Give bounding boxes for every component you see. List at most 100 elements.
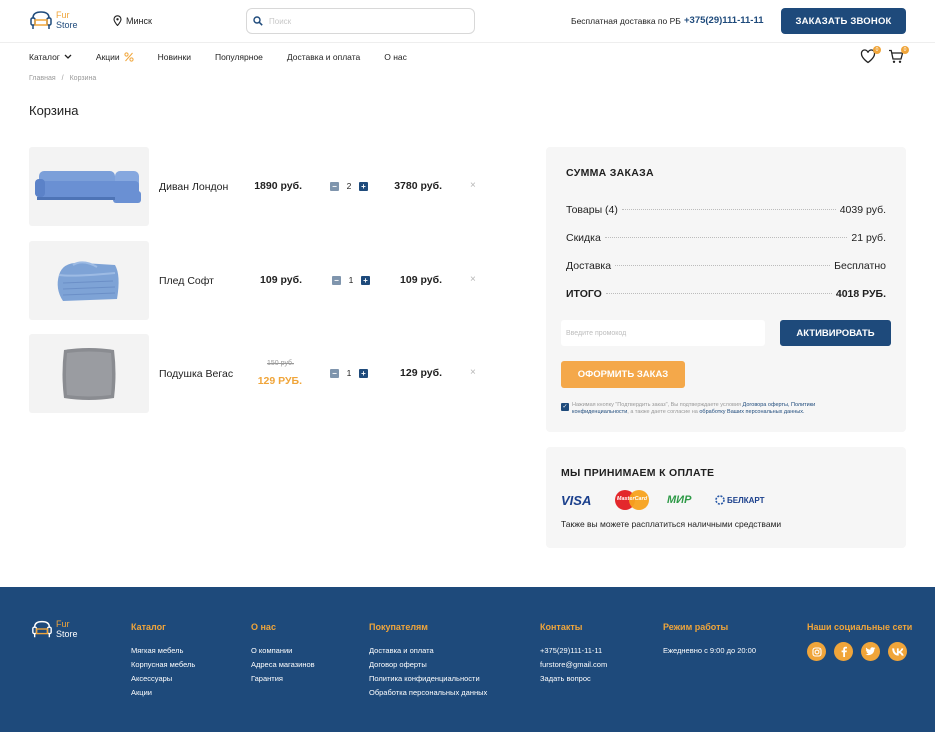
nav-item-popular[interactable]: Популярное xyxy=(215,52,263,62)
summary-total-value: 4018 РУБ. xyxy=(835,288,886,300)
cart-button[interactable]: 0 xyxy=(888,46,909,65)
payment-title: Мы принимаем к оплате xyxy=(561,467,715,479)
consent-checkbox[interactable]: ✓ xyxy=(561,403,569,411)
nav-item-new[interactable]: Новинки xyxy=(158,52,191,62)
qty-decrease-button[interactable]: − xyxy=(332,275,341,285)
summary-goods-row: Товары (4) 4039 руб. xyxy=(566,204,886,216)
cart-count-badge: 0 xyxy=(901,46,909,54)
footer-logo[interactable]: Fur Store xyxy=(31,618,78,640)
belkart-logo-text: БЕЛКАРТ xyxy=(727,495,765,505)
quantity-stepper: − 2 + xyxy=(330,181,368,191)
footer-link[interactable]: Договор оферты xyxy=(369,658,487,672)
vk-icon[interactable] xyxy=(888,642,907,661)
nav-item-promo[interactable]: Акции xyxy=(96,52,134,62)
qty-value: 1 xyxy=(348,275,354,285)
footer-link[interactable]: Мягкая мебель xyxy=(131,644,195,658)
search-icon[interactable] xyxy=(253,16,263,26)
footer-phone-link[interactable]: +375(29)111-11-11 xyxy=(540,644,607,658)
footer-hours-text: Ежедневно с 9:00 до 20:00 xyxy=(663,646,757,655)
nav-item-delivery[interactable]: Доставка и оплата xyxy=(287,52,360,62)
main-nav: Каталог Акции Новинки Популярное Доставк… xyxy=(29,52,431,62)
cart-item: Подушка Вегас 150 руб. 129 РУБ. − 1 + 12… xyxy=(29,334,499,414)
cart-item-price: 109 руб. xyxy=(260,274,302,286)
promo-code-input[interactable] xyxy=(561,320,765,346)
summary-total-row: ИТОГО 4018 РУБ. xyxy=(566,288,886,300)
cart-item-sum: 129 руб. xyxy=(400,367,442,379)
cash-payment-note: Также вы можете расплатиться наличными с… xyxy=(561,519,782,529)
quantity-stepper: − 1 + xyxy=(332,275,370,285)
user-actions: 0 0 xyxy=(860,46,909,65)
favorites-button[interactable]: 0 xyxy=(860,46,881,65)
location-pin-icon xyxy=(113,15,122,26)
qty-increase-button[interactable]: + xyxy=(359,368,368,378)
footer-email-link[interactable]: furstore@gmail.com xyxy=(540,658,607,672)
qty-decrease-button[interactable]: − xyxy=(330,368,339,378)
page-title: Корзина xyxy=(29,103,79,118)
mir-logo: МИР xyxy=(667,494,692,506)
percent-icon xyxy=(124,52,134,62)
footer-ask-question-link[interactable]: Задать вопрос xyxy=(540,672,607,686)
twitter-icon[interactable] xyxy=(861,642,880,661)
footer-buyers-column: Покупателям Доставка и оплата Договор оф… xyxy=(369,622,487,700)
facebook-icon[interactable] xyxy=(834,642,853,661)
cart-item-name[interactable]: Диван Лондон xyxy=(159,181,228,193)
nav-item-label: Акции xyxy=(95,52,120,62)
logo[interactable]: Fur Store xyxy=(29,9,78,31)
footer-catalog-title: Каталог xyxy=(131,622,166,632)
cart-item-old-price: 150 руб. xyxy=(267,360,294,367)
search-box[interactable] xyxy=(246,8,475,34)
order-call-button[interactable]: Заказать звонок xyxy=(781,8,906,34)
armchair-logo-icon xyxy=(32,620,52,638)
remove-item-button[interactable]: × xyxy=(470,367,476,378)
personal-data-link[interactable]: обработку Ваших персональных данных. xyxy=(699,409,804,415)
search-input[interactable] xyxy=(269,16,459,26)
footer-logo-text-fur: Fur xyxy=(56,619,70,629)
remove-item-button[interactable]: × xyxy=(470,274,476,285)
summary-delivery-label: Доставка xyxy=(566,260,612,272)
footer-social-title: Наши социальные сети xyxy=(807,622,913,632)
qty-increase-button[interactable]: + xyxy=(359,181,368,191)
footer-hours-column: Режим работы Ежедневно с 9:00 до 20:00 xyxy=(663,622,756,658)
city-selector[interactable]: Минск xyxy=(113,15,152,26)
payment-logos: VISA MasterCard МИР БЕЛКАРТ xyxy=(561,490,764,510)
footer-link[interactable]: Адреса магазинов xyxy=(251,658,315,672)
cart-item-name[interactable]: Плед Софт xyxy=(159,275,214,287)
footer-link[interactable]: Корпусная мебель xyxy=(131,658,195,672)
footer-link[interactable]: Обработка персональных данных xyxy=(369,686,487,700)
nav-item-about[interactable]: О нас xyxy=(384,52,407,62)
mastercard-logo-text: MasterCard xyxy=(616,496,648,502)
summary-delivery-value: Бесплатно xyxy=(834,260,886,272)
breadcrumb-current: Корзина xyxy=(69,75,97,82)
summary-discount-row: Скидка 21 руб. xyxy=(566,232,886,244)
nav-item-catalog[interactable]: Каталог xyxy=(29,52,72,62)
product-image-pillow[interactable] xyxy=(29,334,149,413)
footer-link[interactable]: Доставка и оплата xyxy=(369,644,487,658)
breadcrumb-home-link[interactable]: Главная xyxy=(29,75,56,82)
breadcrumb: Главная / Корзина xyxy=(29,75,96,82)
remove-item-button[interactable]: × xyxy=(470,180,476,191)
instagram-icon[interactable] xyxy=(807,642,826,661)
product-image-blanket[interactable] xyxy=(29,241,149,320)
footer-link[interactable]: Гарантия xyxy=(251,672,315,686)
payment-methods-card: Мы принимаем к оплате VISA MasterCard МИ… xyxy=(546,447,906,548)
order-summary-card: Сумма заказа Товары (4) 4039 руб. Скидка… xyxy=(546,147,906,432)
cart-item-sum: 3780 руб. xyxy=(394,180,442,192)
checkout-button[interactable]: Оформить заказ xyxy=(561,361,685,388)
footer-link[interactable]: Акции xyxy=(131,686,195,700)
footer-catalog-column: Каталог Мягкая мебель Корпусная мебель А… xyxy=(131,622,195,700)
footer-link[interactable]: Аксессуары xyxy=(131,672,195,686)
activate-promo-button[interactable]: Активировать xyxy=(780,320,891,346)
footer-about-title: О нас xyxy=(251,622,276,632)
logo-text-fur: Fur xyxy=(56,10,70,20)
summary-discount-value: 21 руб. xyxy=(851,232,886,244)
qty-increase-button[interactable]: + xyxy=(361,275,370,285)
footer-link[interactable]: Политика конфиденциальности xyxy=(369,672,487,686)
header-phone-link[interactable]: +375(29)111-11-11 xyxy=(684,15,764,26)
product-image-sofa[interactable] xyxy=(29,147,149,226)
free-delivery-note: Бесплатная доставка по РБ xyxy=(571,16,681,26)
footer-contacts-title: Контакты xyxy=(540,622,583,632)
footer-link[interactable]: О компании xyxy=(251,644,315,658)
cart-item-name[interactable]: Подушка Вегас xyxy=(159,368,233,380)
footer-about-column: О нас О компании Адреса магазинов Гарант… xyxy=(251,622,315,686)
qty-decrease-button[interactable]: − xyxy=(330,181,339,191)
